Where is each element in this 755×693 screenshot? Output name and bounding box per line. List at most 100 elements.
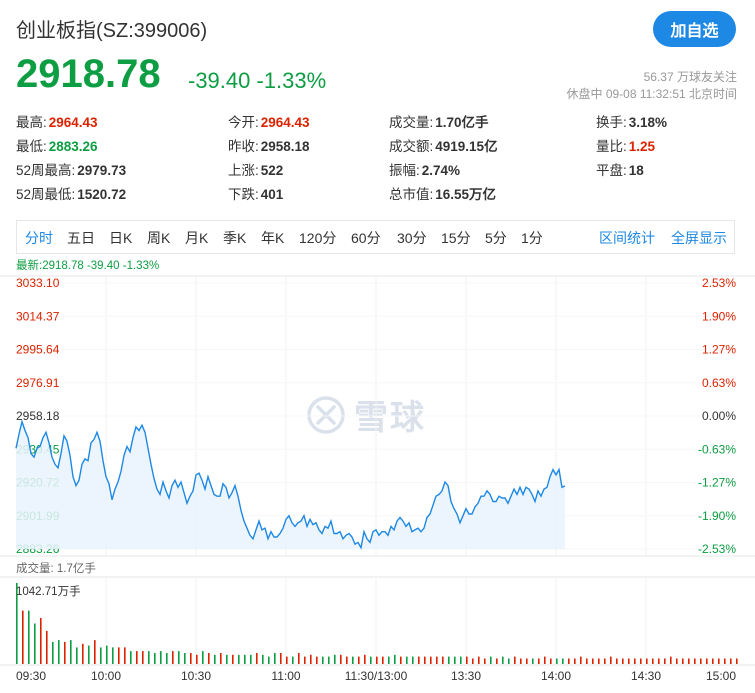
volume-bar [496, 658, 498, 664]
stat-label: 最低: [16, 139, 47, 154]
volume-bar [706, 658, 708, 664]
volume-bar [214, 654, 216, 664]
stat-item: 振幅: 2.74% [389, 159, 460, 179]
volume-bar [670, 656, 672, 664]
volume-label: 成交量: 1.7亿手 [16, 563, 96, 575]
stat-label: 52周最低: [16, 187, 76, 202]
volume-bar [730, 658, 732, 664]
volume-bar [106, 645, 108, 664]
volume-bar [700, 658, 702, 664]
stat-value: 4919.15亿 [435, 139, 498, 154]
volume-bar [532, 658, 534, 664]
stat-item: 成交额: 4919.15亿 [389, 135, 498, 155]
tab-12[interactable]: 1分 [521, 228, 543, 248]
volume-bar [292, 656, 294, 664]
stat-value: 522 [260, 163, 284, 178]
y-tick-label-right: -1.90% [698, 509, 736, 523]
x-tick-label: 14:00 [541, 669, 571, 683]
stat-value: 2.74% [421, 163, 461, 178]
stat-value: 1.25 [628, 139, 656, 154]
volume-bar [526, 658, 528, 664]
stat-value: 401 [260, 187, 284, 202]
tab-3[interactable]: 周K [147, 228, 170, 248]
tab-2[interactable]: 日K [109, 228, 132, 248]
fullscreen-link[interactable]: 全屏显示 [671, 228, 727, 248]
volume-bar [652, 658, 654, 664]
volume-bar [502, 656, 504, 664]
tab-4[interactable]: 月K [185, 228, 208, 248]
volume-bar [94, 640, 96, 664]
volume-bar [568, 658, 570, 664]
volume-bar [70, 640, 72, 664]
volume-bar [136, 651, 138, 664]
volume-bar [574, 658, 576, 664]
volume-bar [202, 651, 204, 664]
volume-bar [550, 658, 552, 664]
x-tick-label: 09:30 [16, 669, 46, 683]
stat-value: 2883.26 [48, 139, 98, 154]
range-stats-link[interactable]: 区间统计 [599, 228, 655, 248]
volume-bar [442, 656, 444, 664]
volume-bar [64, 641, 66, 664]
volume-bar [622, 658, 624, 664]
volume-bar [586, 658, 588, 664]
tab-6[interactable]: 年K [261, 228, 284, 248]
xueqiu-watermark: 雪球 [306, 390, 426, 439]
volume-bar [88, 645, 90, 664]
stat-item: 52周最高: 2979.73 [16, 159, 126, 179]
tab-0[interactable]: 分时 [25, 228, 53, 248]
stat-label: 52周最高: [16, 163, 76, 178]
volume-bar [28, 610, 30, 664]
y-tick-label-right: 2.53% [702, 276, 736, 290]
volume-bar [166, 653, 168, 664]
x-tick-label: 11:30/13:00 [345, 669, 408, 683]
x-tick-label: 15:00 [706, 669, 736, 683]
volume-bar [262, 654, 264, 664]
volume-bar [640, 658, 642, 664]
volume-bar [382, 656, 384, 664]
stat-item: 总市值: 16.55万亿 [389, 183, 496, 203]
y-tick-label-right: -0.63% [698, 442, 736, 456]
tab-7[interactable]: 120分 [299, 228, 336, 248]
volume-bar [448, 656, 450, 664]
tab-8[interactable]: 60分 [351, 228, 381, 248]
tab-5[interactable]: 季K [223, 228, 246, 248]
volume-bar [424, 656, 426, 664]
volume-bar [256, 653, 258, 664]
tab-10[interactable]: 15分 [441, 228, 471, 248]
x-tick-label: 10:00 [91, 669, 121, 683]
volume-bar [478, 656, 480, 664]
stat-label: 今开: [228, 115, 259, 130]
y-tick-label-right: 0.63% [702, 376, 736, 390]
stat-item: 量比: 1.25 [596, 135, 655, 155]
volume-bar [178, 651, 180, 664]
intraday-chart[interactable]: 3033.10 3014.37 2995.64 2976.91 2958.18 2939.… [0, 0, 755, 693]
volume-bar [370, 656, 372, 664]
volume-bar [364, 654, 366, 664]
volume-bar [22, 610, 24, 664]
watermark-text: 雪球 [354, 399, 426, 437]
volume-bar [100, 647, 102, 664]
volume-bar [394, 654, 396, 664]
stat-label: 昨收: [228, 139, 259, 154]
volume-bar [196, 654, 198, 664]
stat-label: 平盘: [596, 163, 627, 178]
volume-bar [40, 618, 42, 664]
market-status: 休盘中 09-08 11:32:51 北京时间 [566, 87, 737, 101]
tab-9[interactable]: 30分 [397, 228, 427, 248]
add-to-watchlist-button[interactable]: 加自选 [653, 11, 736, 47]
stat-value: 1.70亿手 [435, 115, 489, 130]
volume-bar [58, 640, 60, 664]
volume-bar [712, 658, 714, 664]
tab-11[interactable]: 5分 [485, 228, 507, 248]
price-change: -39.40 -1.33% [188, 68, 327, 93]
volume-bar [604, 658, 606, 664]
volume-bar [724, 658, 726, 664]
volume-max-label: 1042.71万手 [16, 586, 81, 598]
volume-bar [298, 653, 300, 664]
tab-1[interactable]: 五日 [67, 228, 95, 248]
volume-bar [118, 647, 120, 664]
volume-bar [556, 658, 558, 664]
volume-bar [358, 656, 360, 664]
y-tick-label-left: 2958.18 [16, 409, 60, 423]
